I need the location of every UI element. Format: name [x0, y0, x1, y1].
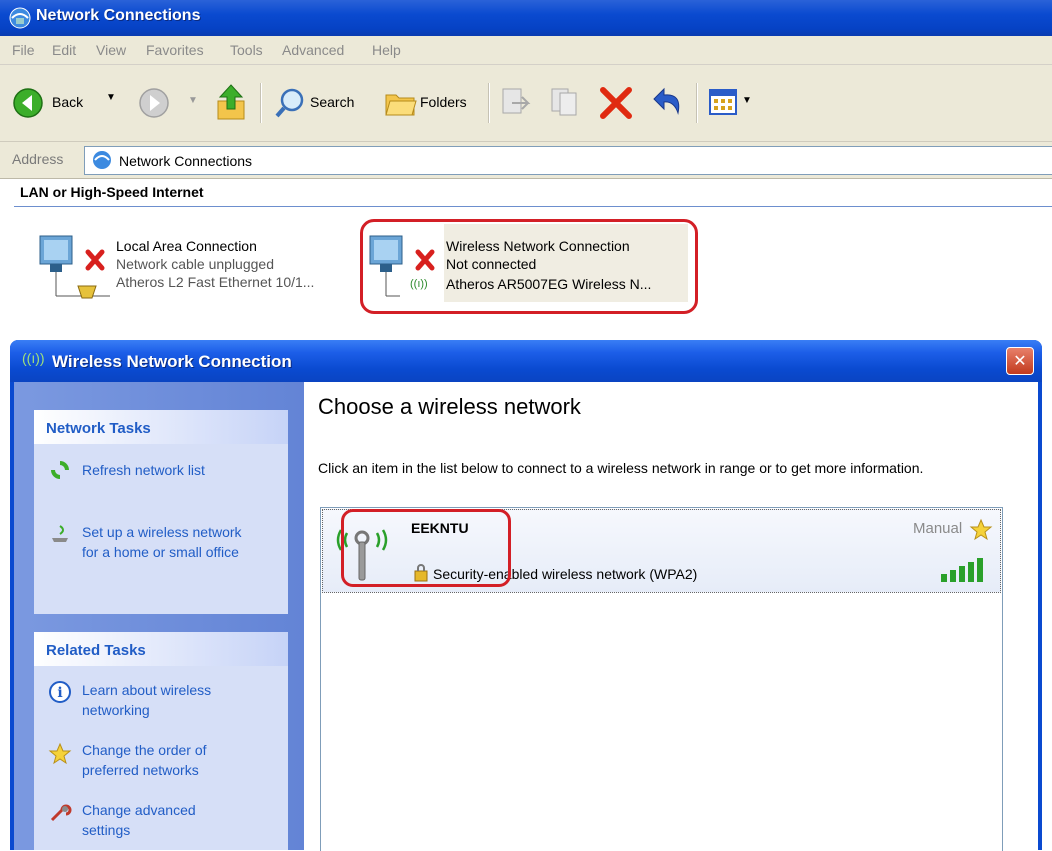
menu-advanced[interactable]: Advanced [282, 42, 344, 58]
star-icon [48, 742, 72, 765]
menu-tools[interactable]: Tools [230, 42, 263, 58]
up-folder-icon[interactable] [214, 83, 250, 123]
copy-to-icon[interactable] [548, 85, 582, 119]
lan-connection-icon [39, 235, 110, 299]
back-dropdown-icon[interactable]: ▼ [106, 92, 116, 103]
network-mode: Manual [913, 520, 963, 537]
close-button[interactable]: ✕ [1006, 347, 1034, 375]
move-to-icon[interactable] [498, 85, 532, 119]
task-change-advanced-settings[interactable]: Change advanced settings [82, 800, 196, 840]
delete-icon[interactable] [598, 85, 634, 121]
section-title: LAN or High-Speed Internet [20, 184, 204, 200]
window-title-bar[interactable]: Network Connections [0, 0, 1052, 36]
address-value: Network Connections [119, 153, 253, 169]
task-change-order[interactable]: Change the order of preferred networks [82, 740, 207, 780]
menu-favorites[interactable]: Favorites [146, 42, 204, 58]
close-icon: ✕ [1013, 351, 1027, 370]
dialog-title: Wireless Network Connection [52, 352, 292, 371]
page-description: Click an item in the list below to conne… [318, 460, 924, 476]
search-button[interactable]: Search [270, 85, 370, 121]
wireless-network-connection-dialog: ((ı)) Wireless Network Connection ✕ Netw… [10, 340, 1042, 851]
dialog-title-bar[interactable]: ((ı)) Wireless Network Connection ✕ [10, 340, 1042, 382]
back-button[interactable]: Back ▼ [8, 85, 128, 121]
refresh-icon [51, 461, 69, 479]
menu-view[interactable]: View [96, 42, 126, 58]
forward-arrow-icon[interactable] [138, 87, 170, 119]
views-dropdown-icon[interactable]: ▼ [742, 95, 752, 106]
page-heading: Choose a wireless network [318, 394, 581, 419]
preferred-star-icon [969, 518, 993, 541]
search-icon [275, 88, 304, 118]
folders-button[interactable]: Folders [380, 85, 480, 121]
connection-status: Network cable unplugged [116, 256, 274, 272]
toolbar: Back ▼ ▼ Search Folders ▼ [0, 65, 1052, 142]
related-tasks-panel: Related Tasks i Learn about wireless net… [34, 632, 288, 850]
red-highlight-network [341, 509, 511, 587]
signal-strength-icon [941, 558, 983, 582]
back-arrow-icon [13, 88, 43, 118]
menu-edit[interactable]: Edit [52, 42, 76, 58]
task-sidebar: Network Tasks Refresh network list Set u… [14, 382, 304, 850]
section-divider [14, 206, 1052, 207]
forward-dropdown-icon[interactable]: ▼ [188, 95, 198, 106]
address-field[interactable]: Network Connections [84, 146, 1052, 175]
folders-icon [385, 94, 417, 116]
network-connections-icon [93, 151, 111, 169]
connection-name: Local Area Connection [116, 238, 257, 254]
task-setup-wireless-network[interactable]: Set up a wireless network for a home or … [82, 522, 242, 562]
info-icon: i [49, 681, 71, 703]
red-highlight-box [360, 219, 698, 314]
setup-wireless-icon [52, 525, 68, 542]
task-refresh-network-list[interactable]: Refresh network list [82, 460, 205, 480]
undo-icon[interactable] [650, 85, 686, 121]
window-title: Network Connections [36, 7, 201, 24]
svg-text:i: i [57, 685, 62, 701]
task-learn-about-wireless[interactable]: Learn about wireless networking [82, 680, 211, 720]
address-bar: Address Network Connections [0, 142, 1052, 179]
dialog-body: Network Tasks Refresh network list Set u… [14, 382, 1038, 851]
connection-device: Atheros L2 Fast Ethernet 10/1... [116, 274, 315, 290]
network-tasks-panel: Network Tasks Refresh network list Set u… [34, 410, 288, 614]
network-connections-icon [9, 7, 31, 29]
network-tasks-header[interactable]: Network Tasks [34, 410, 288, 444]
main-panel: Choose a wireless network Click an item … [304, 382, 1038, 851]
views-icon[interactable] [708, 87, 740, 117]
menu-file[interactable]: File [12, 42, 35, 58]
menu-bar: File Edit View Favorites Tools Advanced … [0, 36, 1052, 65]
related-tasks-header[interactable]: Related Tasks [34, 632, 288, 666]
menu-help[interactable]: Help [372, 42, 401, 58]
local-area-connection-item[interactable]: Local Area Connection Network cable unpl… [30, 224, 350, 310]
wireless-title-icon: ((ı)) [22, 350, 45, 366]
address-label: Address [12, 151, 64, 167]
settings-icon [50, 804, 72, 822]
